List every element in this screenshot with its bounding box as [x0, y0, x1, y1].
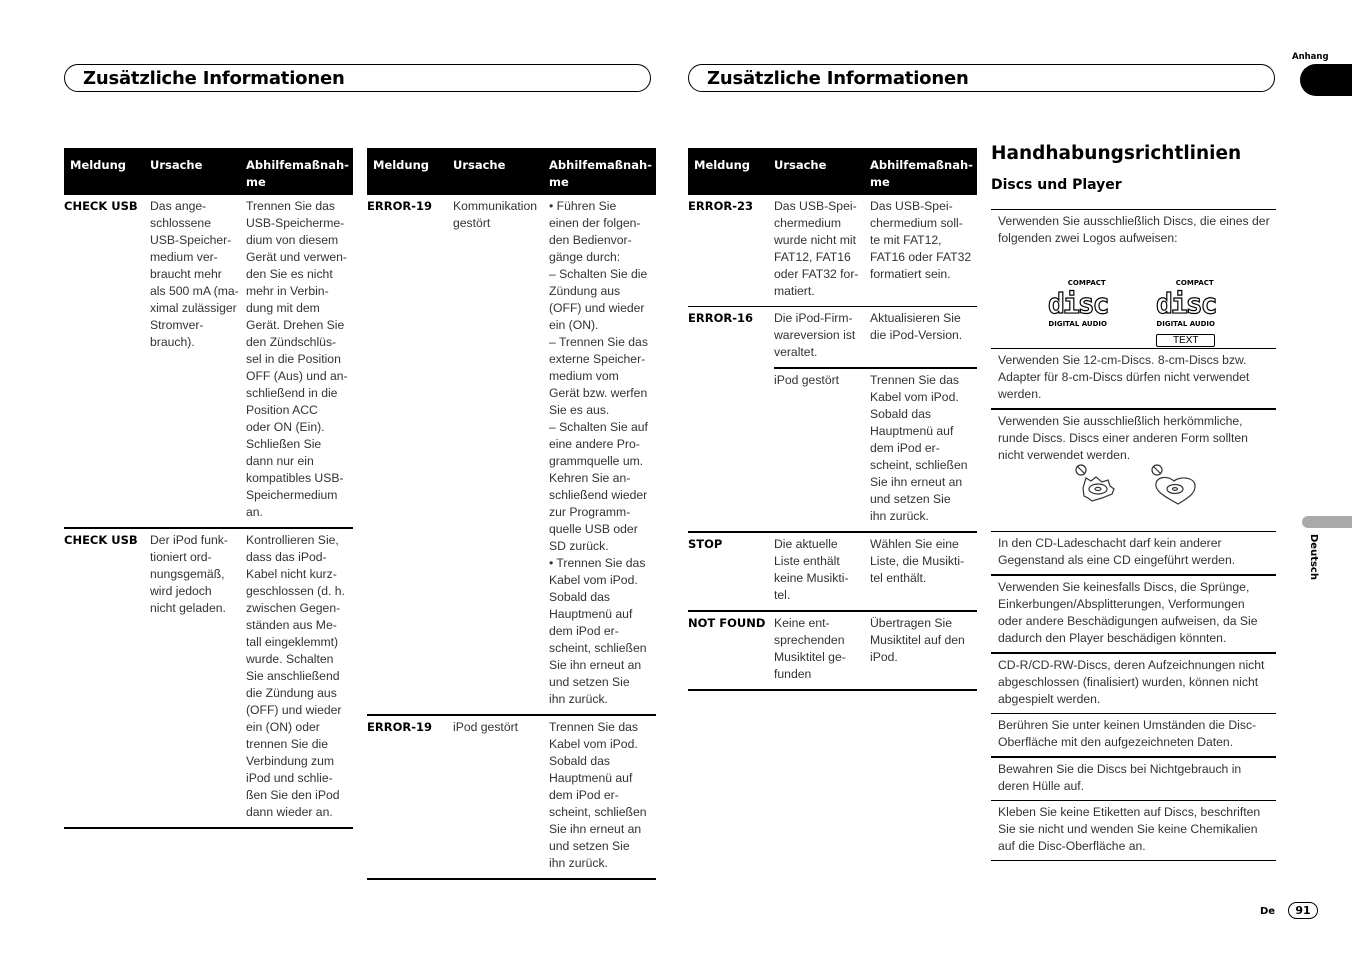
cause-text: Das USB-Spei- chermedium wurde nicht mit…: [774, 199, 859, 298]
note-text: Verwenden Sie 12-cm-Discs. 8-cm-Discs bz…: [998, 353, 1250, 401]
message-code: ERROR-19: [367, 720, 432, 734]
note-text: Berühren Sie unter keinen Umständen die …: [998, 718, 1257, 749]
cause-text: Die aktuelle Liste enthält keine Musikti…: [774, 537, 849, 602]
section-title-text: Zusätzliche Informationen: [83, 68, 345, 89]
section-title-text: Zusätzliche Informationen: [707, 68, 969, 89]
table-row: NOT FOUND Keine ent- sprechenden Musikti…: [688, 612, 977, 691]
action-text: Trennen Sie das Kabel vom iPod. Sobald d…: [549, 720, 647, 870]
table-header: Meldung Ursache Abhilfemaßnah- me: [367, 148, 656, 195]
table-row: STOP Die aktuelle Liste enthält keine Mu…: [688, 533, 977, 612]
section-tab-marker: [1300, 64, 1352, 96]
col-header-cause: Ursache: [774, 158, 827, 172]
note-text: In den CD-Ladeschacht darf kein anderer …: [998, 536, 1236, 567]
col-header-action: Abhilfemaßnah- me: [870, 158, 973, 189]
guidelines-title: Handhabungsrichtlinien: [991, 143, 1242, 164]
section-title-left: Zusätzliche Informationen: [64, 64, 651, 92]
note-text: CD-R/CD-RW-Discs, deren Aufzeichnungen n…: [998, 658, 1265, 706]
table-subrow: iPod gestört Trennen Sie das Kabel vom i…: [774, 367, 977, 531]
section-title-right: Zusätzliche Informationen: [688, 64, 1275, 92]
action-text: Aktualisieren Sie die iPod-Version.: [870, 311, 963, 342]
cause-text: Keine ent- sprechenden Musiktitel ge- fu…: [774, 616, 846, 681]
action-text: • Führen Sie einen der folgen- den Bedie…: [549, 199, 648, 706]
compact-disc-logo: COMPACT disc DIGITAL AUDIO: [1047, 275, 1110, 333]
language-tab-marker: [1302, 516, 1352, 528]
note-text: Verwenden Sie keinesfalls Discs, die Spr…: [998, 580, 1258, 645]
logo-digital-audio: DIGITAL AUDIO: [1048, 320, 1107, 328]
logo-disc: disc: [1047, 287, 1110, 320]
table-row: ERROR-19 iPod gestört Trennen Sie das Ka…: [367, 716, 656, 880]
note-text: Bewahren Sie die Discs bei Nichtgebrauch…: [998, 762, 1242, 793]
heart-disc-icon: [1155, 476, 1196, 505]
irregular-disc-illustrations: [998, 464, 1270, 526]
cause-text: Der iPod funk- tioniert ord- nungsgemäß,…: [150, 533, 228, 615]
guideline-note: CD-R/CD-RW-Discs, deren Aufzeichnungen n…: [991, 654, 1276, 714]
col-header-cause: Ursache: [453, 158, 506, 172]
cause-text: Die iPod-Firm- wareversion ist veraltet.: [774, 311, 856, 359]
action-text: Wählen Sie eine Liste, die Musikti- tel …: [870, 537, 965, 585]
guidelines-subtitle: Discs und Player: [991, 177, 1122, 193]
message-code: ERROR-16: [688, 311, 753, 325]
error-table-1: Meldung Ursache Abhilfemaßnah- me CHECK …: [64, 148, 353, 829]
message-code: ERROR-23: [688, 199, 753, 213]
guideline-note: Berühren Sie unter keinen Umständen die …: [991, 714, 1276, 758]
action-text: Trennen Sie das Kabel vom iPod. Sobald d…: [870, 373, 968, 523]
language-code: De: [1260, 906, 1276, 917]
table-row: ERROR-23 Das USB-Spei- chermedium wurde …: [688, 195, 977, 307]
prohibited-shapes-icon: [1075, 464, 1196, 505]
guideline-note: Kleben Sie keine Etiketten auf Discs, be…: [991, 801, 1276, 861]
guideline-note: Bewahren Sie die Discs bei Nichtgebrauch…: [991, 758, 1276, 801]
table-row: ERROR-19 Kommunikation gestört • Führen …: [367, 195, 656, 716]
guidelines-list: Verwenden Sie ausschließlich Discs, die …: [991, 209, 1276, 861]
guideline-note: Verwenden Sie keinesfalls Discs, die Spr…: [991, 576, 1276, 654]
guideline-note: Verwenden Sie ausschließlich herkömmlich…: [991, 410, 1276, 532]
cause-text: iPod gestört: [774, 373, 840, 387]
action-text: Das USB-Spei- chermedium soll- te mit FA…: [870, 199, 972, 281]
action-text: Übertragen Sie Musiktitel auf den iPod.: [870, 616, 965, 664]
note-text: Verwenden Sie ausschließlich herkömmlich…: [998, 414, 1248, 462]
table-row: CHECK USB Das ange- schlossene USB-Speic…: [64, 195, 353, 529]
page-number: 91: [1288, 902, 1318, 919]
cause-text: Kommunikation gestört: [453, 199, 537, 230]
col-header-action: Abhilfemaßnah- me: [549, 158, 652, 189]
message-code: STOP: [688, 537, 723, 551]
disc-logos: COMPACT disc DIGITAL AUDIO COMPACT disc …: [998, 247, 1270, 347]
message-code: ERROR-19: [367, 199, 432, 213]
language-tab-label: Deutsch: [1308, 534, 1319, 580]
cause-text: iPod gestört: [453, 720, 519, 734]
col-header-message: Meldung: [373, 158, 430, 172]
table-header: Meldung Ursache Abhilfemaßnah- me: [688, 148, 977, 195]
message-code: NOT FOUND: [688, 616, 766, 630]
section-tab-label: Anhang: [1292, 52, 1329, 62]
logo-disc: disc: [1155, 287, 1218, 320]
message-code: CHECK USB: [64, 533, 138, 547]
col-header-cause: Ursache: [150, 158, 203, 172]
message-code: CHECK USB: [64, 199, 138, 213]
guideline-note: Verwenden Sie 12-cm-Discs. 8-cm-Discs bz…: [991, 349, 1276, 410]
table-row: CHECK USB Der iPod funk- tioniert ord- n…: [64, 529, 353, 829]
guideline-note: Verwenden Sie ausschließlich Discs, die …: [991, 210, 1276, 349]
action-text: Trennen Sie das USB-Speicherme- dium von…: [246, 199, 348, 519]
action-text: Kontrollieren Sie, dass das iPod- Kabel …: [246, 533, 345, 819]
table-header: Meldung Ursache Abhilfemaßnah- me: [64, 148, 353, 195]
logo-text-badge: TEXT: [1156, 334, 1216, 347]
note-text: Verwenden Sie ausschließlich Discs, die …: [998, 214, 1270, 245]
logo-digital-audio: DIGITAL AUDIO: [1156, 320, 1215, 328]
col-header-message: Meldung: [70, 158, 127, 172]
error-table-2: Meldung Ursache Abhilfemaßnah- me ERROR-…: [367, 148, 656, 880]
irregular-disc-icon: [1082, 476, 1115, 502]
note-text: Kleben Sie keine Etiketten auf Discs, be…: [998, 805, 1261, 853]
guideline-note: In den CD-Ladeschacht darf kein anderer …: [991, 532, 1276, 576]
prohibited-icon: [1075, 464, 1163, 476]
col-header-action: Abhilfemaßnah- me: [246, 158, 349, 189]
cause-text: Das ange- schlossene USB-Speicher- mediu…: [150, 199, 239, 349]
table-row: ERROR-16 Die iPod-Firm- wareversion ist …: [688, 307, 977, 533]
compact-disc-text-logo: COMPACT disc DIGITAL AUDIO TEXT: [1155, 275, 1218, 347]
error-table-3: Meldung Ursache Abhilfemaßnah- me ERROR-…: [688, 148, 977, 691]
col-header-message: Meldung: [694, 158, 751, 172]
